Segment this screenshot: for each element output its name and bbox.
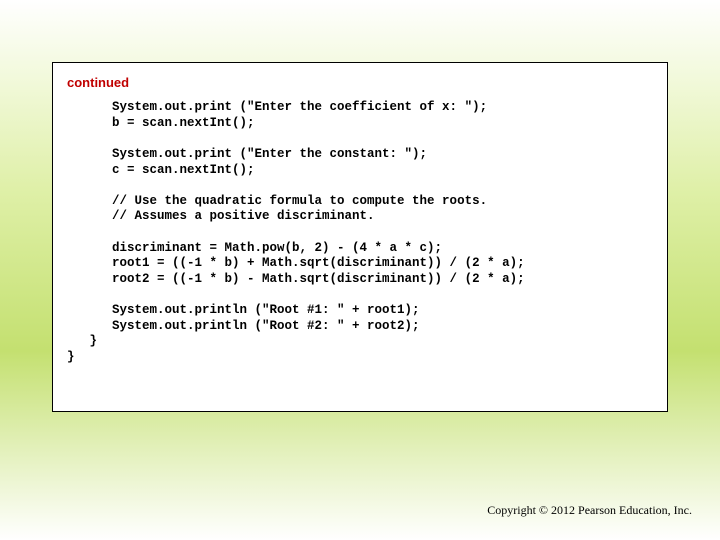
continued-label: continued — [53, 63, 667, 90]
copyright-text: Copyright © 2012 Pearson Education, Inc. — [487, 503, 692, 518]
code-listing: System.out.print ("Enter the coefficient… — [53, 90, 667, 366]
code-container: continued System.out.print ("Enter the c… — [52, 62, 668, 412]
